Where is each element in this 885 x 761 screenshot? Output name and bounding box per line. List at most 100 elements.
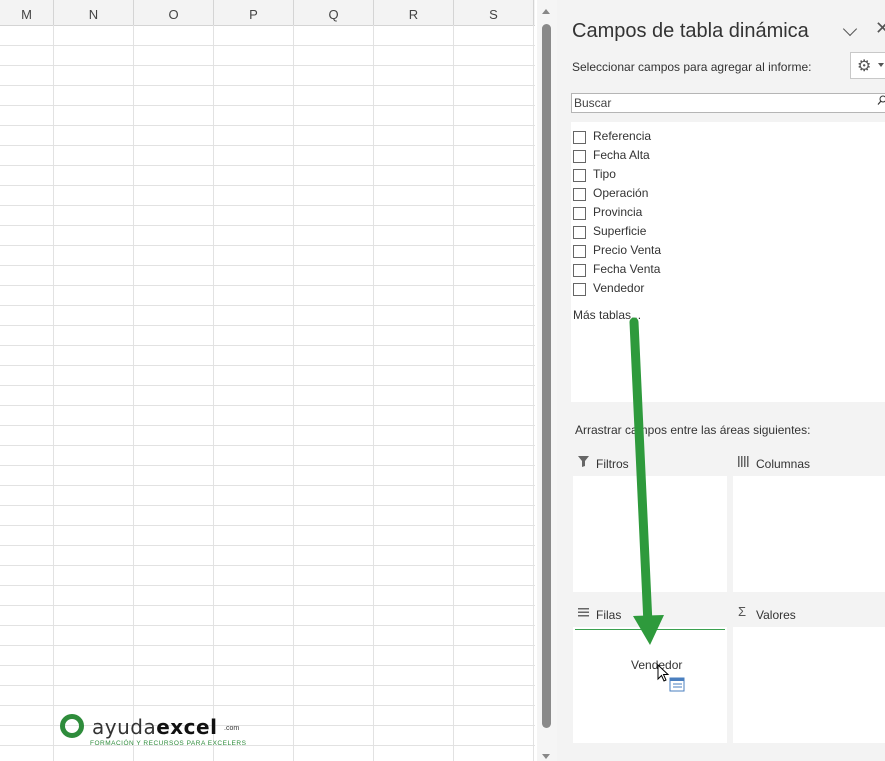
columns-area[interactable]: Columnas bbox=[733, 450, 885, 592]
field-label: Vendedor bbox=[593, 281, 645, 295]
scroll-down-icon[interactable] bbox=[542, 754, 550, 759]
drop-indicator bbox=[575, 629, 725, 630]
gear-icon: ⚙ bbox=[857, 58, 872, 75]
row-gridline bbox=[0, 365, 535, 366]
column-header-m[interactable]: M bbox=[0, 0, 54, 25]
logo-tagline: FORMACIÓN Y RECURSOS PARA EXCELERS bbox=[90, 740, 247, 747]
row-gridline bbox=[0, 425, 535, 426]
row-gridline bbox=[0, 225, 535, 226]
column-gridline bbox=[533, 25, 534, 761]
spreadsheet-grid[interactable]: M N O P Q R S bbox=[0, 0, 535, 761]
values-label: Valores bbox=[756, 608, 796, 622]
search-icon[interactable] bbox=[877, 95, 885, 105]
checkbox[interactable] bbox=[573, 245, 586, 258]
columns-label: Columnas bbox=[756, 457, 811, 471]
checkbox[interactable] bbox=[573, 150, 586, 163]
checkbox[interactable] bbox=[573, 264, 586, 277]
row-gridline bbox=[0, 245, 535, 246]
column-gridline bbox=[453, 25, 454, 761]
column-gridline bbox=[373, 25, 374, 761]
field-label: Fecha Alta bbox=[593, 148, 650, 162]
field-list: Referencia Fecha Alta Tipo Operación Pro… bbox=[571, 122, 885, 402]
row-gridline bbox=[0, 485, 535, 486]
search-input[interactable]: Buscar bbox=[571, 93, 885, 113]
row-gridline bbox=[0, 445, 535, 446]
cell-grid[interactable] bbox=[0, 25, 535, 761]
column-header-s[interactable]: S bbox=[454, 0, 534, 25]
chevron-down-icon[interactable] bbox=[842, 21, 858, 37]
row-gridline bbox=[0, 625, 535, 626]
more-tables-link[interactable]: Más tablas... bbox=[573, 308, 641, 322]
rows-area[interactable]: Filas Vendedor bbox=[573, 601, 727, 743]
row-gridline bbox=[0, 685, 535, 686]
row-gridline bbox=[0, 545, 535, 546]
sigma-icon: Σ bbox=[738, 604, 747, 619]
checkbox[interactable] bbox=[573, 188, 586, 201]
filter-icon bbox=[578, 456, 589, 467]
filters-area[interactable]: Filtros bbox=[573, 450, 727, 592]
column-headers: M N O P Q R S bbox=[0, 0, 535, 26]
row-gridline bbox=[0, 385, 535, 386]
row-gridline bbox=[0, 645, 535, 646]
field-label: Operación bbox=[593, 186, 649, 200]
row-gridline bbox=[0, 325, 535, 326]
checkbox[interactable] bbox=[573, 226, 586, 239]
values-area-header: Σ Valores bbox=[733, 601, 885, 627]
scrollbar-thumb[interactable] bbox=[542, 24, 551, 728]
row-gridline bbox=[0, 305, 535, 306]
row-gridline bbox=[0, 265, 535, 266]
rows-area-header: Filas bbox=[573, 601, 727, 627]
row-gridline bbox=[0, 585, 535, 586]
row-gridline bbox=[0, 165, 535, 166]
column-gridline bbox=[53, 25, 54, 761]
field-label: Tipo bbox=[593, 167, 616, 181]
logo-brand: ayudaexcel bbox=[92, 715, 218, 739]
ayudaexcel-logo: ayudaexcel .com FORMACIÓN Y RECURSOS PAR… bbox=[58, 712, 258, 752]
row-gridline bbox=[0, 565, 535, 566]
settings-button[interactable]: ⚙ bbox=[850, 52, 885, 79]
row-gridline bbox=[0, 345, 535, 346]
rows-icon bbox=[578, 608, 589, 617]
column-header-n[interactable]: N bbox=[54, 0, 134, 25]
field-label: Provincia bbox=[593, 205, 643, 219]
search-placeholder: Buscar bbox=[574, 96, 612, 110]
row-gridline bbox=[0, 185, 535, 186]
row-gridline bbox=[0, 285, 535, 286]
row-gridline bbox=[0, 45, 535, 46]
close-icon[interactable]: ✕ bbox=[875, 18, 885, 39]
row-gridline bbox=[0, 665, 535, 666]
columns-icon bbox=[738, 456, 749, 467]
column-gridline bbox=[213, 25, 214, 761]
values-area[interactable]: Σ Valores bbox=[733, 601, 885, 743]
checkbox[interactable] bbox=[573, 131, 586, 144]
row-gridline bbox=[0, 85, 535, 86]
column-gridline bbox=[133, 25, 134, 761]
columns-area-header: Columnas bbox=[733, 450, 885, 476]
field-label: Referencia bbox=[593, 129, 652, 143]
checkbox[interactable] bbox=[573, 207, 586, 220]
field-label: Precio Venta bbox=[593, 243, 662, 257]
scroll-up-icon[interactable] bbox=[542, 9, 550, 14]
column-header-r[interactable]: R bbox=[374, 0, 454, 25]
drag-hint: Arrastrar campos entre las áreas siguien… bbox=[575, 423, 811, 437]
row-gridline bbox=[0, 205, 535, 206]
filters-label: Filtros bbox=[596, 457, 629, 471]
row-gridline bbox=[0, 505, 535, 506]
cursor-icon bbox=[657, 664, 685, 692]
row-gridline bbox=[0, 405, 535, 406]
field-label: Fecha Venta bbox=[593, 262, 661, 276]
logo-ring-icon bbox=[60, 714, 84, 738]
row-gridline bbox=[0, 605, 535, 606]
checkbox[interactable] bbox=[573, 169, 586, 182]
row-gridline bbox=[0, 105, 535, 106]
row-gridline bbox=[0, 705, 535, 706]
column-header-q[interactable]: Q bbox=[294, 0, 374, 25]
filters-area-header: Filtros bbox=[573, 450, 727, 476]
pivot-fields-panel: Campos de tabla dinámica ✕ Seleccionar c… bbox=[557, 0, 885, 761]
checkbox[interactable] bbox=[573, 283, 586, 296]
row-gridline bbox=[0, 125, 535, 126]
rows-label: Filas bbox=[596, 608, 622, 622]
row-gridline bbox=[0, 465, 535, 466]
column-header-o[interactable]: O bbox=[134, 0, 214, 25]
column-header-p[interactable]: P bbox=[214, 0, 294, 25]
